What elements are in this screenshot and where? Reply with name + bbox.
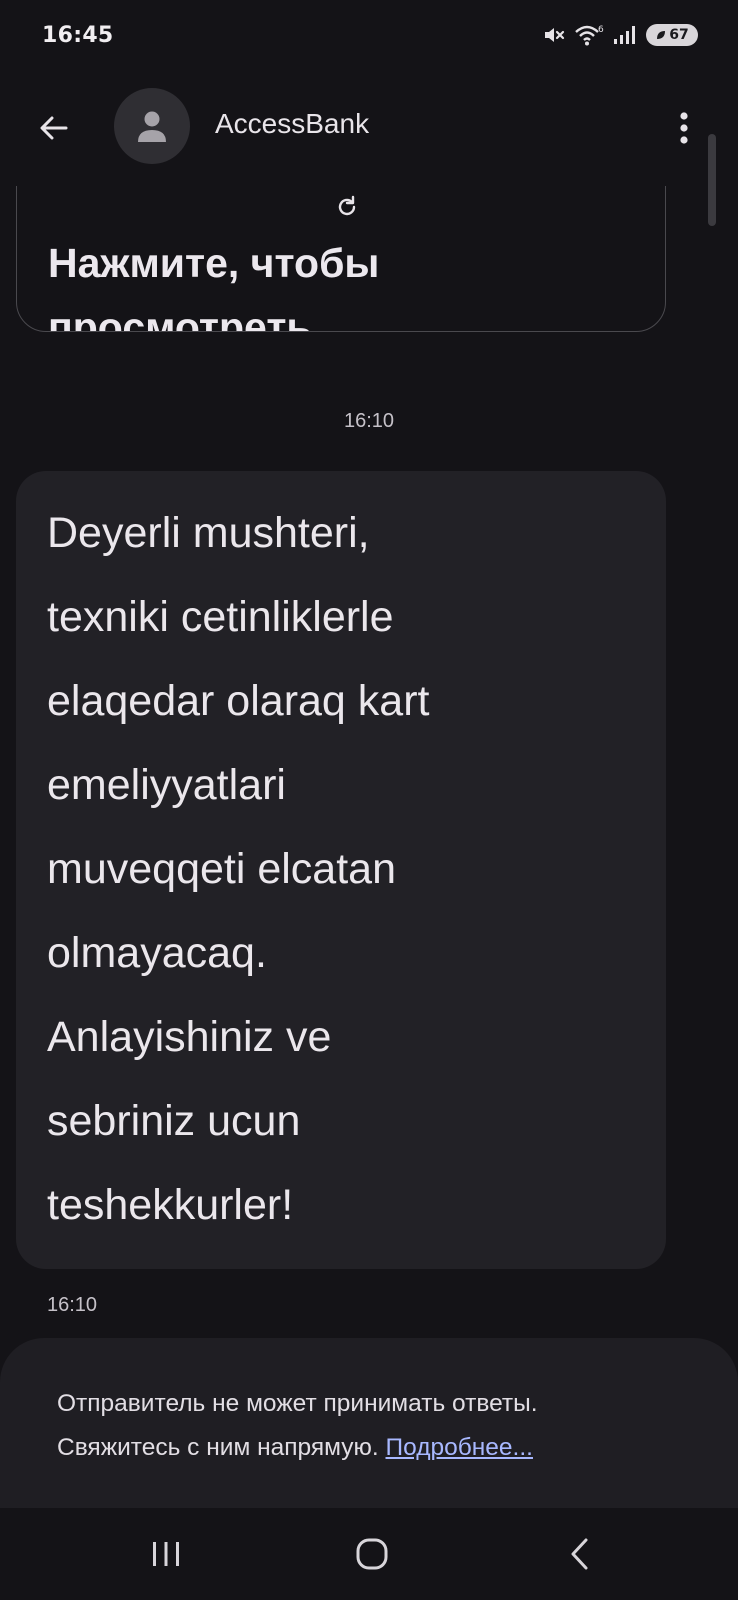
person-icon	[138, 111, 166, 142]
more-vert-icon	[680, 112, 688, 144]
notice-line-2: Свяжитесь с ним напрямую.	[57, 1434, 379, 1461]
message-bubble[interactable]: Deyerli mushteri, texniki cetinliklerle …	[16, 471, 666, 1269]
notice-text: Отправитель не может принимать ответы. С…	[57, 1382, 707, 1470]
message-list[interactable]: Нажмите, чтобы просмотреть 16:10 Deyerli…	[0, 186, 738, 1506]
cannot-reply-notice: Отправитель не может принимать ответы. С…	[0, 1338, 738, 1508]
contact-name[interactable]: AccessBank	[215, 108, 369, 140]
nav-back-button[interactable]	[540, 1528, 620, 1580]
date-separator: 16:10	[343, 410, 395, 432]
back-icon	[571, 1538, 588, 1570]
previous-message-bubble[interactable]: Нажмите, чтобы просмотреть	[16, 186, 666, 332]
home-icon	[356, 1538, 388, 1570]
svg-text:6: 6	[598, 25, 604, 35]
conversation-header: AccessBank	[0, 82, 738, 170]
back-arrow-icon	[40, 116, 68, 140]
mute-vibrate-icon	[542, 23, 566, 47]
recents-button[interactable]	[126, 1528, 206, 1580]
message-timestamp: 16:10	[47, 1294, 98, 1316]
notice-line-1: Отправитель не может принимать ответы.	[57, 1390, 538, 1417]
learn-more-link[interactable]: Подробнее...	[386, 1434, 533, 1461]
recents-icon	[153, 1542, 179, 1566]
message-text: Deyerli mushteri, texniki cetinliklerle …	[47, 509, 430, 1229]
signal-icon	[612, 23, 638, 47]
status-time: 16:45	[42, 22, 114, 48]
wifi-6-icon: 6	[574, 23, 604, 47]
previous-message-text: Нажмите, чтобы просмотреть	[48, 240, 380, 332]
avatar[interactable]	[114, 88, 190, 164]
more-options-button[interactable]	[664, 104, 704, 152]
home-button[interactable]	[332, 1528, 412, 1580]
refresh-icon	[338, 195, 356, 216]
system-navigation-bar	[0, 1508, 738, 1600]
battery-level: 67	[669, 27, 689, 43]
status-bar: 16:45 6 67	[0, 0, 738, 70]
back-button[interactable]	[30, 104, 78, 152]
status-icons: 6 67	[542, 23, 698, 47]
battery-indicator: 67	[646, 24, 698, 46]
battery-saver-icon	[657, 31, 666, 39]
